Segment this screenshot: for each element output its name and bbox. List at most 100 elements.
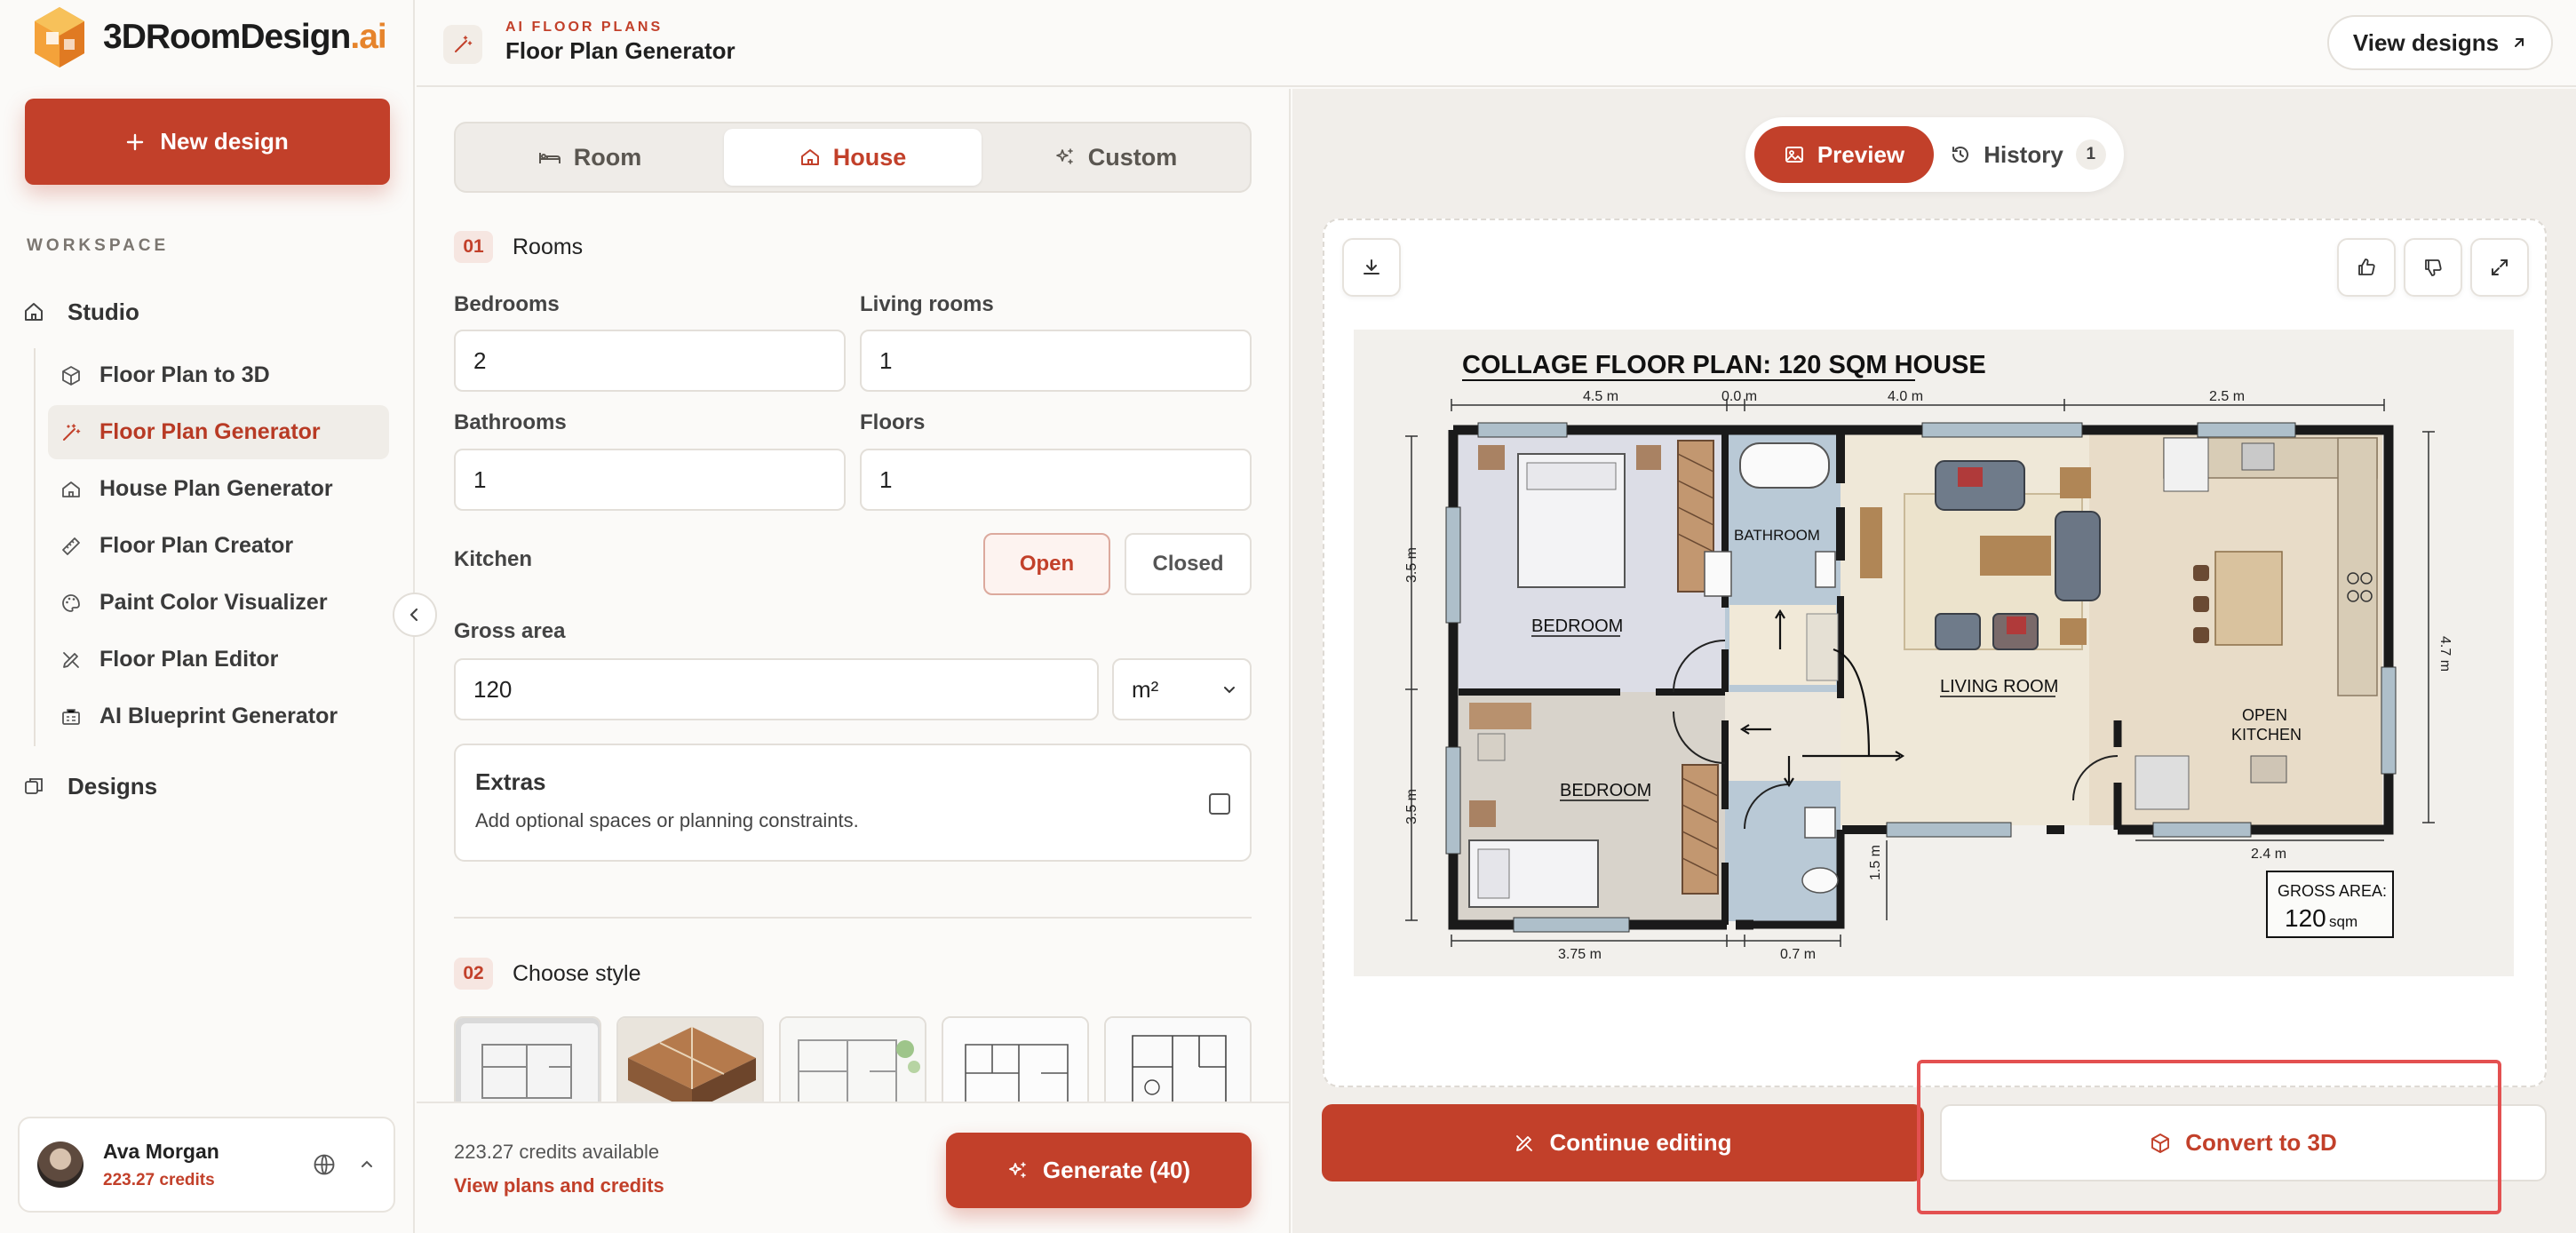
arrow-up-right-icon bbox=[2511, 35, 2527, 51]
user-menu[interactable]: Ava Morgan 223.27 credits bbox=[18, 1117, 395, 1213]
floor-plan-image: COLLAGE FLOOR PLAN: 120 SQM HOUSE 4.5 m … bbox=[1354, 330, 2514, 976]
continue-editing-button[interactable]: Continue editing bbox=[1322, 1104, 1924, 1181]
convert-to-3d-button[interactable]: Convert to 3D bbox=[1940, 1104, 2547, 1181]
history-count-badge: 1 bbox=[2075, 139, 2106, 170]
dim-top-3: 4.0 m bbox=[1888, 389, 1923, 404]
gross-area-unit: sqm bbox=[2329, 913, 2357, 930]
chevron-down-icon bbox=[1221, 681, 1237, 697]
living-rooms-label: Living rooms bbox=[860, 292, 994, 316]
new-design-button[interactable]: New design bbox=[25, 99, 390, 185]
sidebar-item-label: AI Blueprint Generator bbox=[99, 704, 338, 728]
download-button[interactable] bbox=[1342, 238, 1401, 297]
header-eyebrow: AI FLOOR PLANS bbox=[505, 20, 664, 35]
sidebar-item-label: Paint Color Visualizer bbox=[99, 590, 328, 615]
area-unit-value: m² bbox=[1132, 675, 1159, 703]
bed-icon bbox=[538, 147, 561, 167]
room-label-bathroom: BATHROOM bbox=[1734, 527, 1820, 544]
tab-room-label: Room bbox=[573, 143, 642, 171]
extras-description: Add optional spaces or planning constrai… bbox=[475, 809, 859, 831]
section-divider bbox=[454, 917, 1252, 919]
plan-type-tabs: Room House Custom bbox=[454, 122, 1252, 193]
floors-label: Floors bbox=[860, 410, 926, 434]
thumbs-up-button[interactable] bbox=[2337, 238, 2396, 297]
extras-panel[interactable]: Extras Add optional spaces or planning c… bbox=[454, 744, 1252, 862]
section-title: Choose style bbox=[513, 960, 641, 986]
fullscreen-button[interactable] bbox=[2470, 238, 2529, 297]
style-thumbnail-3[interactable] bbox=[779, 1016, 926, 1114]
dim-left-2: 3.5 m bbox=[1404, 789, 1419, 824]
section-style-heading: 02 Choose style bbox=[454, 958, 641, 990]
sidebar-item-floor-plan-to-3d[interactable]: Floor Plan to 3D bbox=[48, 348, 389, 402]
floors-input[interactable]: 1 bbox=[860, 449, 1252, 511]
house-icon bbox=[60, 479, 82, 500]
view-plans-link[interactable]: View plans and credits bbox=[454, 1174, 664, 1197]
chevron-left-icon bbox=[406, 606, 424, 624]
credits-available: 223.27 credits available bbox=[454, 1141, 660, 1163]
view-designs-button[interactable]: View designs bbox=[2327, 15, 2553, 70]
bedrooms-input[interactable]: 2 bbox=[454, 330, 846, 392]
palette-icon bbox=[60, 593, 82, 614]
gross-area-label: Gross area bbox=[454, 619, 566, 643]
globe-icon[interactable] bbox=[312, 1152, 337, 1177]
thumbs-down-button[interactable] bbox=[2404, 238, 2462, 297]
sidebar-item-label: Floor Plan to 3D bbox=[99, 362, 270, 387]
brand-logo[interactable]: 3DRoomDesign.ai bbox=[32, 5, 387, 69]
kitchen-open-button[interactable]: Open bbox=[983, 533, 1110, 595]
section-rooms-heading: 01 Rooms bbox=[454, 231, 583, 263]
tab-preview[interactable]: Preview bbox=[1754, 126, 1934, 183]
top-header: AI FLOOR PLANS Floor Plan Generator View… bbox=[417, 0, 2576, 87]
room-label-living: LIVING ROOM bbox=[1940, 677, 2058, 696]
house-icon bbox=[799, 147, 821, 168]
header-magic-wand-icon bbox=[443, 25, 482, 64]
room-label-kitchen-1: OPEN bbox=[2242, 706, 2287, 724]
sidebar-item-label: House Plan Generator bbox=[99, 476, 333, 501]
dim-right: 4.7 m bbox=[2437, 636, 2453, 672]
nav-studio-label: Studio bbox=[68, 298, 139, 325]
edit-tools-icon bbox=[60, 649, 82, 671]
sidebar-item-floor-plan-editor[interactable]: Floor Plan Editor bbox=[48, 632, 389, 687]
tab-preview-label: Preview bbox=[1817, 140, 1905, 168]
bathrooms-input[interactable]: 1 bbox=[454, 449, 846, 511]
tab-history[interactable]: History 1 bbox=[1939, 126, 2117, 183]
workspace-label: WORKSPACE bbox=[27, 236, 170, 255]
preview-pane: Preview History 1 COLLAGE FLOOR PLAN: 12… bbox=[1292, 89, 2576, 1233]
sparkles-icon bbox=[1054, 147, 1076, 168]
sidebar-item-house-plan-generator[interactable]: House Plan Generator bbox=[48, 462, 389, 516]
kitchen-closed-button[interactable]: Closed bbox=[1125, 533, 1252, 595]
dim-top-1: 4.5 m bbox=[1583, 389, 1618, 404]
style-thumbnail-4[interactable] bbox=[942, 1016, 1089, 1114]
download-icon bbox=[1361, 257, 1382, 278]
area-unit-select[interactable]: m² bbox=[1112, 658, 1252, 720]
sidebar-item-paint-color-visualizer[interactable]: Paint Color Visualizer bbox=[48, 576, 389, 630]
chevron-up-icon[interactable] bbox=[358, 1156, 376, 1173]
sidebar-item-ai-blueprint-generator[interactable]: AI Blueprint Generator bbox=[48, 689, 389, 744]
nav-studio[interactable]: Studio bbox=[23, 291, 139, 332]
nav-designs[interactable]: Designs bbox=[23, 766, 157, 807]
gross-area-input[interactable]: 120 bbox=[454, 658, 1099, 720]
tab-house-label: House bbox=[832, 143, 907, 171]
dim-bottom-2: 0.7 m bbox=[1780, 947, 1816, 962]
tab-room[interactable]: Room bbox=[461, 129, 719, 186]
continue-editing-label: Continue editing bbox=[1549, 1129, 1732, 1156]
style-thumbnail-2[interactable] bbox=[616, 1016, 764, 1114]
page-title: Floor Plan Generator bbox=[505, 37, 735, 64]
brand-name: 3DRoomDesign bbox=[103, 18, 351, 56]
tab-custom[interactable]: Custom bbox=[987, 129, 1244, 186]
thumbs-up-icon bbox=[2356, 257, 2377, 278]
collapse-sidebar-button[interactable] bbox=[393, 593, 437, 637]
sidebar-item-floor-plan-creator[interactable]: Floor Plan Creator bbox=[48, 519, 389, 573]
history-icon bbox=[1950, 144, 1971, 165]
extras-checkbox[interactable] bbox=[1209, 793, 1230, 815]
bedrooms-label: Bedrooms bbox=[454, 292, 560, 316]
style-thumbnail-5[interactable] bbox=[1104, 1016, 1252, 1114]
living-rooms-input[interactable]: 1 bbox=[860, 330, 1252, 392]
sidebar-item-floor-plan-generator[interactable]: Floor Plan Generator bbox=[48, 405, 389, 459]
view-designs-label: View designs bbox=[2352, 28, 2500, 56]
style-thumbnail-1[interactable] bbox=[454, 1016, 601, 1114]
dim-top-2: 0.0 m bbox=[1721, 389, 1757, 404]
room-label-bedroom-1: BEDROOM bbox=[1531, 616, 1623, 636]
extras-title: Extras bbox=[475, 768, 546, 795]
tab-history-label: History bbox=[1984, 140, 2063, 168]
tab-house[interactable]: House bbox=[724, 129, 982, 186]
generate-button[interactable]: Generate (40) bbox=[946, 1133, 1252, 1208]
